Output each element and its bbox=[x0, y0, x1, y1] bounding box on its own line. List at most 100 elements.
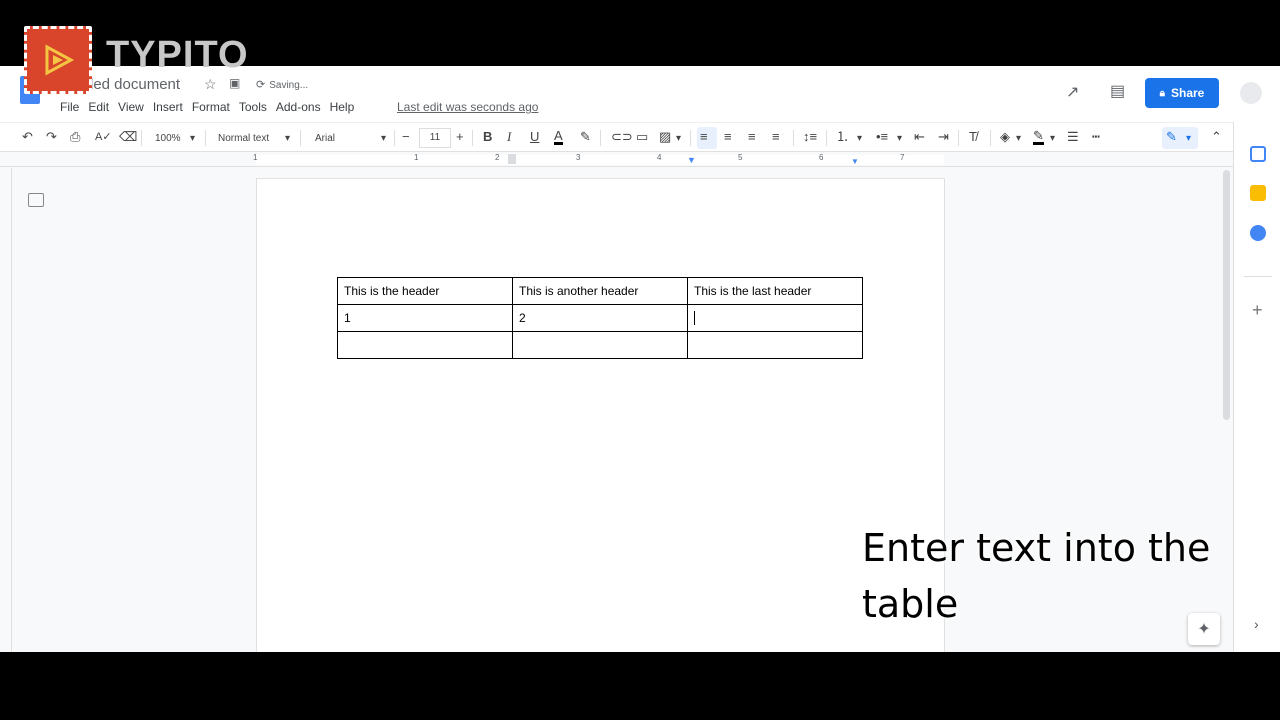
menu-file[interactable]: File bbox=[60, 100, 84, 114]
tasks-icon[interactable] bbox=[1250, 225, 1266, 241]
table-row: This is the header This is another heade… bbox=[337, 277, 863, 305]
collapse-menu-icon[interactable]: ⌃ bbox=[1211, 129, 1222, 145]
ruler-number: 7 bbox=[900, 153, 905, 162]
border-width-icon[interactable]: ☰ bbox=[1067, 129, 1079, 145]
decrease-font-icon[interactable]: − bbox=[402, 129, 410, 145]
chevron-down-icon: ▾ bbox=[676, 133, 682, 144]
saving-status: ⟳ Saving... bbox=[256, 78, 308, 91]
font-size-input[interactable]: 11 bbox=[419, 128, 451, 148]
document-title[interactable]: led document bbox=[90, 76, 180, 93]
undo-icon[interactable]: ↶ bbox=[22, 129, 33, 145]
border-dash-icon[interactable]: ┅ bbox=[1092, 129, 1100, 145]
table-cell[interactable] bbox=[337, 331, 513, 359]
document-outline-icon[interactable] bbox=[28, 193, 44, 207]
spellcheck-icon[interactable]: A✓ bbox=[95, 129, 112, 145]
menu-tools[interactable]: Tools bbox=[239, 100, 272, 114]
link-icon[interactable]: ⊂⊃ bbox=[611, 129, 633, 145]
menu-bar: File Edit View Insert Format Tools Add-o… bbox=[60, 100, 363, 114]
menu-help[interactable]: Help bbox=[330, 100, 360, 114]
menu-insert[interactable]: Insert bbox=[153, 100, 188, 114]
justify-icon[interactable]: ≡ bbox=[772, 129, 780, 145]
comments-icon[interactable]: ▤ bbox=[1110, 81, 1125, 101]
font-select[interactable]: Arial bbox=[315, 131, 335, 147]
clear-formatting-icon[interactable]: T̸ bbox=[969, 129, 977, 145]
increase-font-icon[interactable]: + bbox=[456, 129, 464, 145]
chevron-down-icon: ▾ bbox=[1016, 133, 1022, 144]
print-icon[interactable]: ⎙ bbox=[70, 129, 80, 145]
chevron-down-icon: ▾ bbox=[1050, 133, 1056, 144]
scrollbar[interactable] bbox=[1223, 170, 1230, 420]
table-cell[interactable] bbox=[512, 331, 688, 359]
calendar-icon[interactable] bbox=[1250, 146, 1266, 162]
table-cell[interactable]: 2 bbox=[512, 304, 688, 332]
indent-marker-icon[interactable]: ▼ bbox=[687, 155, 696, 165]
table-cell[interactable]: 1 bbox=[337, 304, 513, 332]
table-row bbox=[337, 331, 863, 359]
underline-icon[interactable]: U bbox=[530, 129, 539, 145]
last-edit-link[interactable]: Last edit was seconds ago bbox=[397, 100, 538, 114]
ruler-number: 3 bbox=[576, 153, 581, 162]
text-color-icon[interactable]: A bbox=[554, 129, 563, 145]
typito-logo bbox=[24, 26, 92, 94]
align-right-icon[interactable]: ≡ bbox=[748, 129, 756, 145]
highlight-icon[interactable]: ✎ bbox=[580, 129, 591, 145]
add-addon-icon[interactable]: + bbox=[1252, 300, 1263, 321]
play-icon bbox=[45, 44, 75, 76]
chevron-right-icon[interactable]: › bbox=[1254, 616, 1259, 632]
share-label: Share bbox=[1170, 86, 1205, 100]
add-comment-icon[interactable]: ▭ bbox=[636, 129, 648, 145]
numbered-list-icon[interactable]: ⒈ bbox=[836, 129, 849, 145]
table-cell[interactable]: This is the last header bbox=[687, 277, 863, 305]
paint-format-icon[interactable]: ⌫ bbox=[119, 129, 137, 145]
menu-format[interactable]: Format bbox=[192, 100, 235, 114]
decrease-indent-icon[interactable]: ⇤ bbox=[914, 129, 925, 145]
side-panel: + › bbox=[1233, 122, 1280, 652]
bulleted-list-icon[interactable]: •≡ bbox=[876, 129, 888, 145]
redo-icon[interactable]: ↷ bbox=[46, 129, 57, 145]
border-color-icon[interactable]: ✎ bbox=[1033, 129, 1044, 145]
bold-icon[interactable]: B bbox=[483, 129, 492, 145]
text-cursor bbox=[694, 311, 695, 326]
activity-trend-icon[interactable]: ↗ bbox=[1066, 82, 1079, 102]
pencil-icon: ✎ bbox=[1166, 129, 1177, 144]
italic-icon[interactable]: I bbox=[507, 129, 511, 145]
right-indent-marker-icon[interactable]: ▼ bbox=[851, 157, 859, 166]
style-select[interactable]: Normal text bbox=[218, 131, 269, 147]
side-divider bbox=[1244, 276, 1272, 277]
avatar[interactable] bbox=[1240, 82, 1262, 104]
align-left-icon[interactable]: ≡ bbox=[700, 129, 708, 145]
table-cell-active[interactable] bbox=[687, 304, 863, 332]
line-spacing-icon[interactable]: ↕≡ bbox=[803, 129, 817, 145]
zoom-select[interactable]: 100% bbox=[155, 131, 181, 147]
increase-indent-icon[interactable]: ⇥ bbox=[938, 129, 949, 145]
share-button[interactable]: 🔒︎ Share bbox=[1145, 78, 1219, 108]
document-table[interactable]: This is the header This is another heade… bbox=[337, 277, 863, 359]
saving-text: Saving... bbox=[269, 80, 309, 91]
ruler-number: 4 bbox=[657, 153, 662, 162]
horizontal-ruler[interactable]: 1 1 2 3 4 5 6 7 ▼ ▼ bbox=[0, 153, 1233, 167]
document-page[interactable]: This is the header This is another heade… bbox=[257, 179, 944, 652]
toolbar: ↶ ↷ ⎙ A✓ ⌫ 100% ▾ Normal text ▾ Arial ▾ … bbox=[0, 122, 1233, 152]
menu-edit[interactable]: Edit bbox=[88, 100, 114, 114]
chevron-down-icon: ▾ bbox=[285, 133, 291, 144]
video-caption: Enter text into the table bbox=[862, 526, 1211, 626]
table-cell[interactable]: This is the header bbox=[337, 277, 513, 305]
chevron-down-icon: ▾ bbox=[190, 133, 196, 144]
table-cell[interactable] bbox=[687, 331, 863, 359]
star-icon[interactable]: ☆ bbox=[204, 76, 217, 93]
chevron-down-icon: ▾ bbox=[857, 133, 863, 144]
menu-view[interactable]: View bbox=[118, 100, 149, 114]
typito-wordmark: TYPITO bbox=[106, 34, 249, 76]
vertical-ruler[interactable] bbox=[0, 168, 12, 652]
align-center-icon[interactable]: ≡ bbox=[724, 129, 732, 145]
chevron-down-icon: ▾ bbox=[1186, 133, 1192, 144]
fill-color-icon[interactable]: ◈ bbox=[1000, 129, 1010, 145]
column-marker[interactable] bbox=[508, 154, 516, 164]
menu-addons[interactable]: Add-ons bbox=[276, 100, 326, 114]
insert-image-icon[interactable]: ▨ bbox=[659, 129, 671, 145]
ruler-number: 2 bbox=[495, 153, 500, 162]
sync-icon: ⟳ bbox=[256, 79, 266, 91]
move-folder-icon[interactable]: ▣ bbox=[229, 76, 240, 90]
table-cell[interactable]: This is another header bbox=[512, 277, 688, 305]
keep-icon[interactable] bbox=[1250, 185, 1266, 201]
